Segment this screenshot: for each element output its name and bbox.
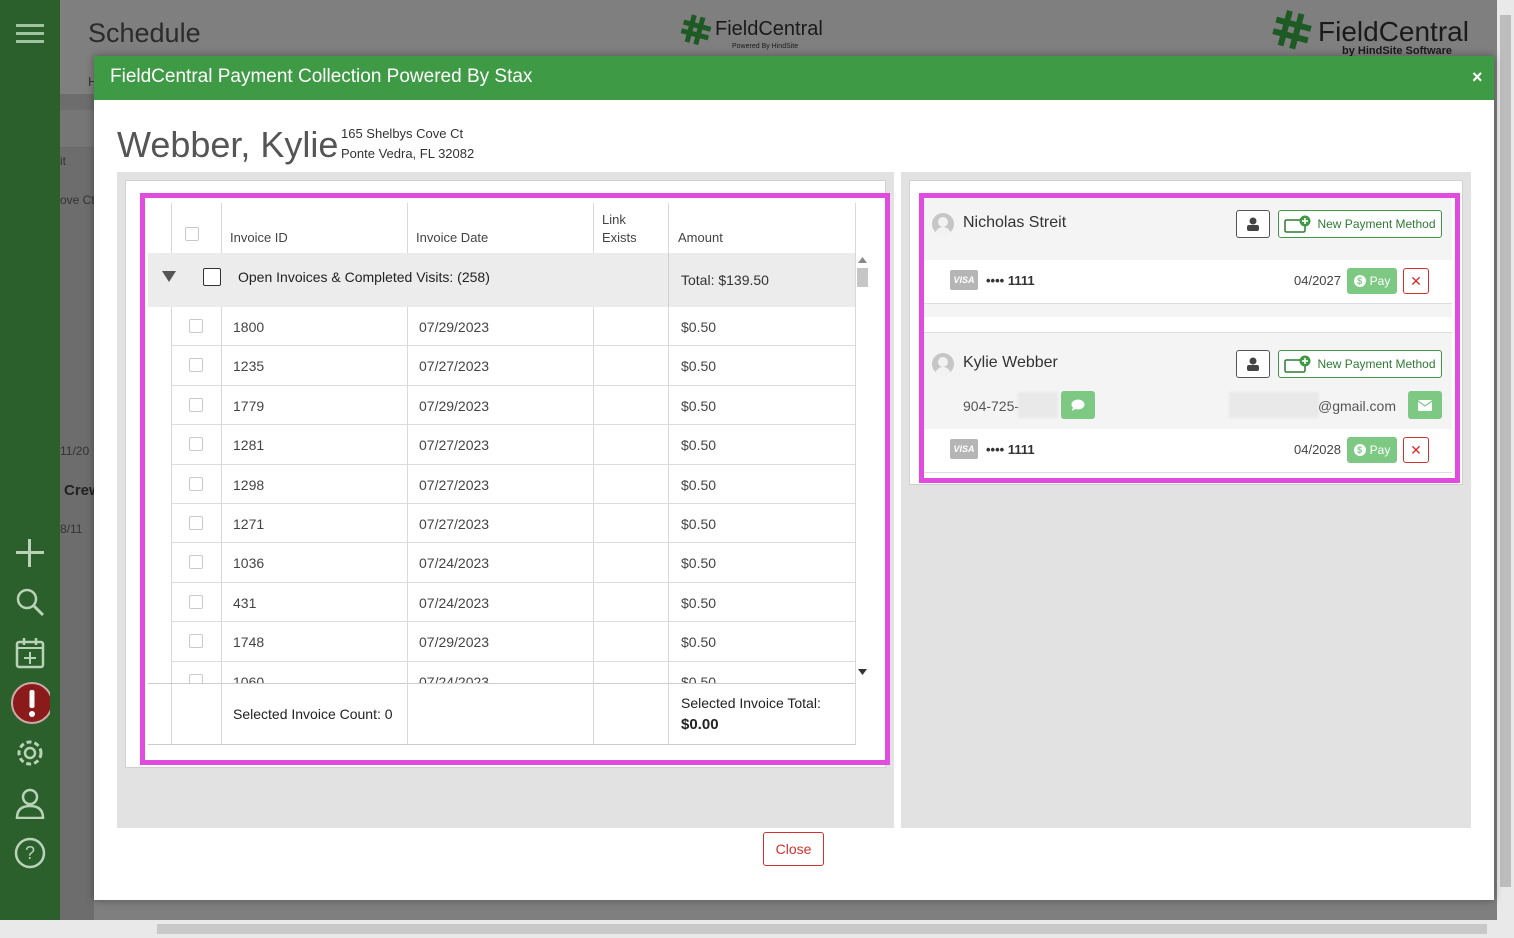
customer-name: Webber, Kylie: [117, 124, 339, 165]
svg-text:?: ?: [25, 843, 35, 863]
help-icon[interactable]: ?: [10, 833, 50, 873]
modal-title: FieldCentral Payment Collection Powered …: [110, 66, 533, 87]
plus-icon[interactable]: [10, 533, 50, 573]
page-title: Schedule: [88, 18, 201, 48]
horizontal-scrollbar[interactable]: [0, 920, 1514, 938]
right-logo: FieldCentral by HindSite Software: [1272, 10, 1472, 57]
user-icon[interactable]: [10, 783, 50, 823]
address-line-2: Ponte Vedra, FL 32082: [341, 146, 475, 161]
vertical-scrollbar[interactable]: [1497, 0, 1514, 920]
search-icon[interactable]: [10, 582, 50, 622]
highlight-frame-contacts: [919, 193, 1460, 483]
logo-mark-icon: [680, 14, 712, 46]
alert-icon[interactable]: [10, 682, 50, 724]
gear-icon[interactable]: [10, 733, 50, 773]
calendar-add-icon[interactable]: [10, 633, 50, 673]
menu-icon[interactable]: [10, 14, 50, 54]
highlight-frame-invoices: [140, 193, 890, 765]
address-line-1: 165 Shelbys Cove Ct: [341, 126, 464, 141]
center-logo: FieldCentral Powered By HindSite: [680, 14, 823, 56]
close-button[interactable]: Close: [763, 832, 824, 866]
logo-mark-icon: [1272, 10, 1312, 50]
payment-modal: FieldCentral Payment Collection Powered …: [94, 56, 1494, 900]
modal-header: FieldCentral Payment Collection Powered …: [94, 56, 1494, 100]
modal-close-icon[interactable]: ×: [1472, 67, 1483, 88]
app-sidebar: ?: [0, 0, 60, 920]
